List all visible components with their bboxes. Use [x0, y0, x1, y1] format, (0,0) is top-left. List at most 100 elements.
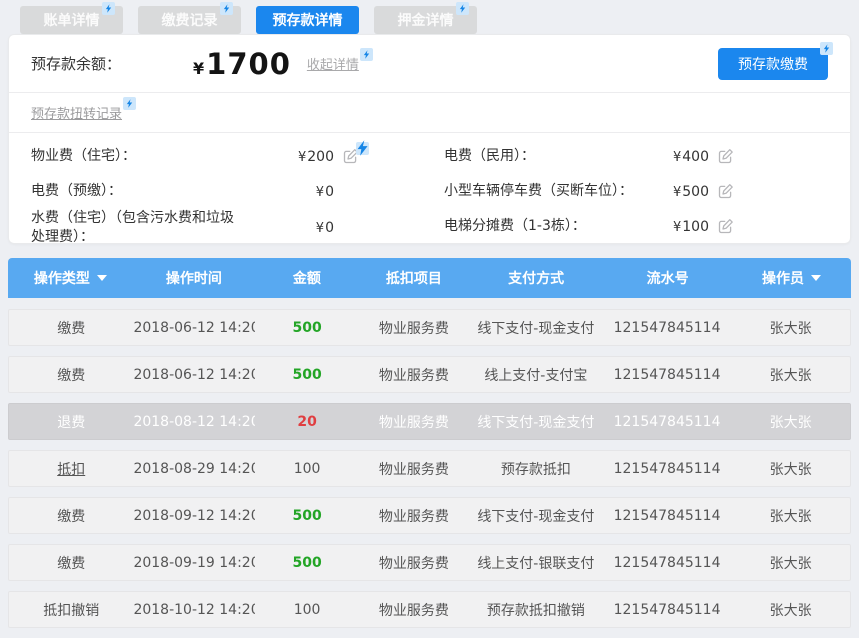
cell-method: 线下支付-现金支付	[469, 318, 603, 338]
tab-3[interactable]: 预存款详情	[256, 6, 359, 34]
fee-value: ¥200	[298, 149, 334, 165]
currency-symbol: ¥	[298, 150, 306, 165]
cell-serial: 121547845114	[603, 367, 732, 383]
column-header-method[interactable]: 支付方式	[469, 268, 603, 288]
cell-operator: 张大张	[731, 459, 850, 479]
cell-time: 2018-06-12 14:20:12	[133, 367, 255, 383]
fee-row: 小型车辆停车费（买断车位）：¥500	[444, 174, 736, 209]
collapse-details-link[interactable]: 收起详情	[307, 54, 373, 73]
transfer-row: 预存款扭转记录	[9, 93, 850, 132]
flash-icon	[456, 2, 469, 15]
cell-operator: 张大张	[731, 412, 850, 432]
column-label: 支付方式	[508, 268, 564, 288]
cell-amount: 100	[255, 602, 358, 618]
column-header-item[interactable]: 抵扣项目	[359, 268, 469, 288]
column-label: 金额	[293, 268, 321, 288]
collapse-details-label: 收起详情	[307, 58, 359, 73]
fee-amount: 100	[682, 219, 709, 235]
cell-amount: 500	[255, 555, 358, 571]
table-row[interactable]: 缴费2018-09-19 14:20:12500物业服务费线上支付-银联支付12…	[8, 544, 851, 581]
cell-serial: 121547845114	[603, 508, 732, 524]
cell-serial: 121547845114	[603, 602, 732, 618]
currency-symbol: ¥	[673, 220, 681, 235]
tab-label: 预存款详情	[273, 10, 343, 30]
cell-type[interactable]: 抵扣	[9, 459, 133, 479]
prepaid-summary-card: 预存款余额： ¥ 1700 收起详情 预存款缴费 预存款扭转记录 物业费（住宅）…	[8, 34, 851, 244]
fee-column-left: 物业费（住宅）：¥200电费（预缴）：¥0水费（住宅）（包含污水费和垃圾处理费）…	[31, 139, 444, 247]
edit-icon[interactable]	[343, 148, 361, 166]
prepaid-pay-label: 预存款缴费	[738, 57, 808, 73]
sort-arrow-icon	[811, 275, 821, 281]
column-header-operator[interactable]: 操作员	[732, 268, 851, 288]
prepaid-pay-button[interactable]: 预存款缴费	[718, 48, 828, 80]
balance-value: 1700	[206, 47, 291, 81]
cell-operator: 张大张	[731, 318, 850, 338]
transactions-table: 操作类型操作时间金额抵扣项目支付方式流水号操作员 缴费2018-06-12 14…	[8, 258, 851, 638]
column-label: 抵扣项目	[386, 268, 442, 288]
fee-value: ¥0	[316, 184, 334, 200]
table-header: 操作类型 操作时间 金额 抵扣项目 支付方式 流水号 操作员	[8, 258, 851, 298]
fee-row: 电梯分摊费（1-3栋）： ¥100	[444, 209, 736, 244]
fee-amount: 0	[325, 184, 334, 200]
column-header-time[interactable]: 操作时间	[133, 268, 255, 288]
cell-method: 预存款抵扣撤销	[469, 600, 603, 620]
flash-icon	[102, 2, 115, 15]
fee-label: 电费（民用）：	[444, 147, 535, 166]
cell-operator: 张大张	[731, 553, 850, 573]
table-row[interactable]: 抵扣2018-08-29 14:20:12100物业服务费预存款抵扣121547…	[8, 450, 851, 487]
tab-label: 账单详情	[44, 10, 100, 30]
table-row[interactable]: 退费2018-08-12 14:20:1220物业服务费线下支付-现金支付121…	[8, 403, 851, 440]
cell-amount: 500	[255, 508, 358, 524]
column-header-type[interactable]: 操作类型	[8, 268, 133, 288]
edit-icon[interactable]	[718, 218, 736, 236]
fee-label: 水费（住宅）（包含污水费和垃圾处理费）：	[31, 209, 236, 247]
table-row[interactable]: 缴费2018-06-12 14:20:12500物业服务费线上支付-支付宝121…	[8, 356, 851, 393]
flash-icon	[820, 42, 833, 55]
cell-item: 物业服务费	[359, 506, 469, 526]
tab-label: 缴费记录	[162, 10, 218, 30]
flash-icon	[356, 142, 369, 155]
column-label: 操作员	[762, 268, 804, 288]
cell-type: 缴费	[9, 318, 133, 338]
currency-symbol: ¥	[673, 150, 681, 165]
fee-amount: 500	[682, 184, 709, 200]
currency-symbol: ¥	[316, 185, 324, 200]
cell-serial: 121547845114	[603, 555, 732, 571]
cell-item: 物业服务费	[359, 459, 469, 479]
fee-value: ¥500	[673, 184, 709, 200]
cell-serial: 121547845114	[603, 414, 732, 430]
balance-label: 预存款余额：	[31, 53, 121, 74]
column-label: 操作时间	[166, 268, 222, 288]
fee-amount: 400	[682, 149, 709, 165]
tab-2[interactable]: 缴费记录	[138, 6, 241, 34]
fee-row: 水费（住宅）（包含污水费和垃圾处理费）：¥0	[31, 209, 361, 247]
cell-serial: 121547845114	[603, 461, 732, 477]
fee-row: 电费（民用）： ¥400	[444, 139, 736, 174]
table-row[interactable]: 抵扣撤销2018-10-12 14:20:12100物业服务费预存款抵扣撤销12…	[8, 591, 851, 628]
tab-1[interactable]: 账单详情	[20, 6, 123, 34]
edit-icon[interactable]	[718, 183, 736, 201]
fee-details: 物业费（住宅）：¥200电费（预缴）：¥0水费（住宅）（包含污水费和垃圾处理费）…	[9, 133, 850, 247]
fee-label: 电梯分摊费（1-3栋）：	[444, 217, 586, 236]
fee-amount: 0	[325, 220, 334, 236]
column-label: 操作类型	[34, 268, 90, 288]
table-row[interactable]: 缴费2018-06-12 14:20:12500物业服务费线下支付-现金支付12…	[8, 309, 851, 346]
column-label: 流水号	[647, 268, 689, 288]
cell-serial: 121547845114	[603, 320, 732, 336]
transfer-record-link[interactable]: 预存款扭转记录	[31, 103, 136, 122]
column-header-amount[interactable]: 金额	[255, 268, 359, 288]
cell-method: 线下支付-现金支付	[469, 412, 603, 432]
fee-label: 物业费（住宅）：	[31, 147, 136, 166]
fee-value: ¥400	[673, 149, 709, 165]
tab-bar: 账单详情 缴费记录 预存款详情 押金详情	[0, 0, 859, 34]
fee-row: 物业费（住宅）： ¥200	[31, 139, 361, 174]
cell-operator: 张大张	[731, 506, 850, 526]
tab-4[interactable]: 押金详情	[374, 6, 477, 34]
cell-amount: 500	[255, 320, 358, 336]
column-header-serial[interactable]: 流水号	[603, 268, 732, 288]
table-row[interactable]: 缴费2018-09-12 14:20:12500物业服务费线下支付-现金支付12…	[8, 497, 851, 534]
edit-icon[interactable]	[718, 148, 736, 166]
cell-item: 物业服务费	[359, 553, 469, 573]
transfer-record-label: 预存款扭转记录	[31, 107, 122, 122]
cell-type: 缴费	[9, 365, 133, 385]
